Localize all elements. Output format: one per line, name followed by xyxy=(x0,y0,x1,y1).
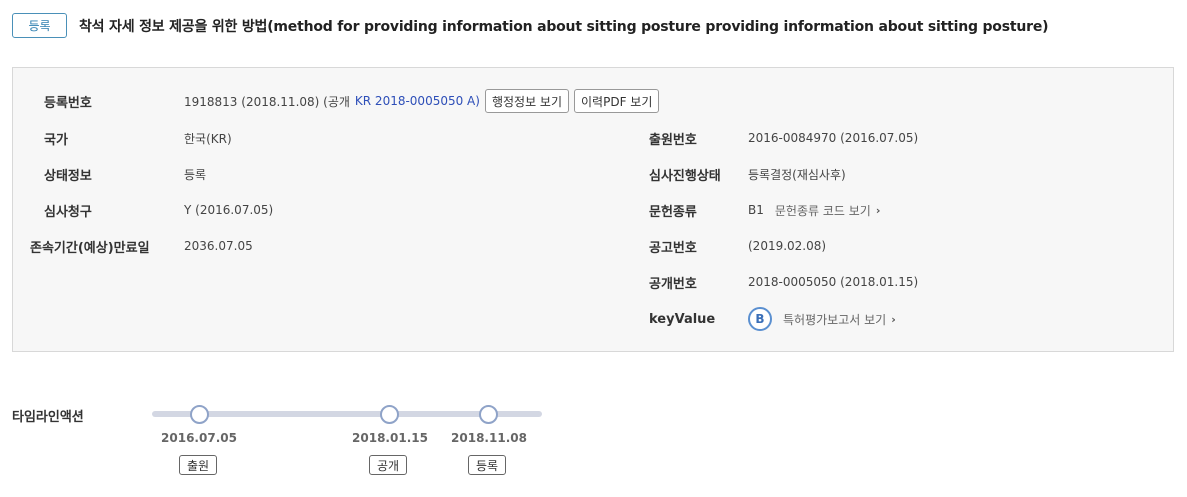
timeline-tag-publication[interactable]: 공개 xyxy=(369,455,408,475)
exam-progress-label: 심사진행상태 xyxy=(649,168,721,184)
timeline-dot-registration[interactable] xyxy=(479,405,498,424)
doc-type-code-link[interactable]: 문헌종류 코드 보기 › xyxy=(775,202,881,219)
exam-progress-value: 등록결정(재심사후) xyxy=(748,167,846,182)
status-tag: 등록 xyxy=(12,13,67,38)
pub-no-label: 공개번호 xyxy=(649,276,697,292)
timeline-label: 타임라인액션 xyxy=(12,410,84,425)
notice-no-label: 공고번호 xyxy=(649,240,697,256)
chevron-right-icon: › xyxy=(891,312,896,326)
key-value-value: B 특허평가보고서 보기 › xyxy=(748,307,896,331)
timeline-dot-application[interactable] xyxy=(190,405,209,424)
doc-type-code-link-label: 문헌종류 코드 보기 xyxy=(774,203,871,218)
pub-link[interactable]: KR 2018-0005050 A) xyxy=(355,94,480,108)
doc-type-label: 문헌종류 xyxy=(649,204,697,220)
admin-info-button[interactable]: 행정정보 보기 xyxy=(484,89,570,113)
reg-no-text: 1918813 (2018.11.08) (공개 xyxy=(184,94,350,109)
timeline-tag-application[interactable]: 출원 xyxy=(179,455,218,475)
exam-request-value: Y (2016.07.05) xyxy=(184,203,274,217)
exam-request-label: 심사청구 xyxy=(44,204,92,220)
evaluation-report-link-label: 특허평가보고서 보기 xyxy=(783,312,887,327)
timeline-date: 2016.07.05 xyxy=(161,431,237,445)
status-label: 상태정보 xyxy=(44,168,92,184)
pub-no-value: 2018-0005050 (2018.01.15) xyxy=(748,275,919,289)
notice-no-value: (2019.02.08) xyxy=(748,239,827,253)
duration-value: 2036.07.05 xyxy=(184,239,253,253)
app-no-value: 2016-0084970 (2016.07.05) xyxy=(748,131,919,145)
evaluation-report-link[interactable]: 특허평가보고서 보기 › xyxy=(783,311,896,328)
timeline-date: 2018.01.15 xyxy=(352,431,428,445)
reg-no-value: 1918813 (2018.11.08) (공개 KR 2018-0005050… xyxy=(184,89,660,113)
country-value: 한국(KR) xyxy=(184,131,232,146)
app-no-label: 출원번호 xyxy=(649,132,697,148)
info-box: 등록번호 1918813 (2018.11.08) (공개 KR 2018-00… xyxy=(12,67,1174,352)
page-title: 착석 자세 정보 제공을 위한 방법(method for providing … xyxy=(79,18,1049,35)
status-value: 등록 xyxy=(184,167,207,182)
doc-type-code: B1 xyxy=(748,203,764,217)
reg-no-row: 등록번호 1918813 (2018.11.08) (공개 KR 2018-00… xyxy=(44,89,744,113)
doc-type-value: B1 문헌종류 코드 보기 › xyxy=(748,202,880,219)
timeline-date: 2018.11.08 xyxy=(451,431,527,445)
chevron-right-icon: › xyxy=(875,203,881,217)
country-label: 국가 xyxy=(44,132,68,148)
timeline-dot-publication[interactable] xyxy=(380,405,399,424)
reg-no-label: 등록번호 xyxy=(44,95,92,111)
key-value-label: keyValue xyxy=(649,311,716,327)
key-value-badge: B xyxy=(748,307,772,331)
history-pdf-button[interactable]: 이력PDF 보기 xyxy=(574,89,660,113)
duration-label: 존속기간(예상)만료일 xyxy=(30,240,150,256)
timeline-tag-registration[interactable]: 등록 xyxy=(468,455,507,475)
title-row: 등록 착석 자세 정보 제공을 위한 방법(method for providi… xyxy=(12,13,1049,38)
